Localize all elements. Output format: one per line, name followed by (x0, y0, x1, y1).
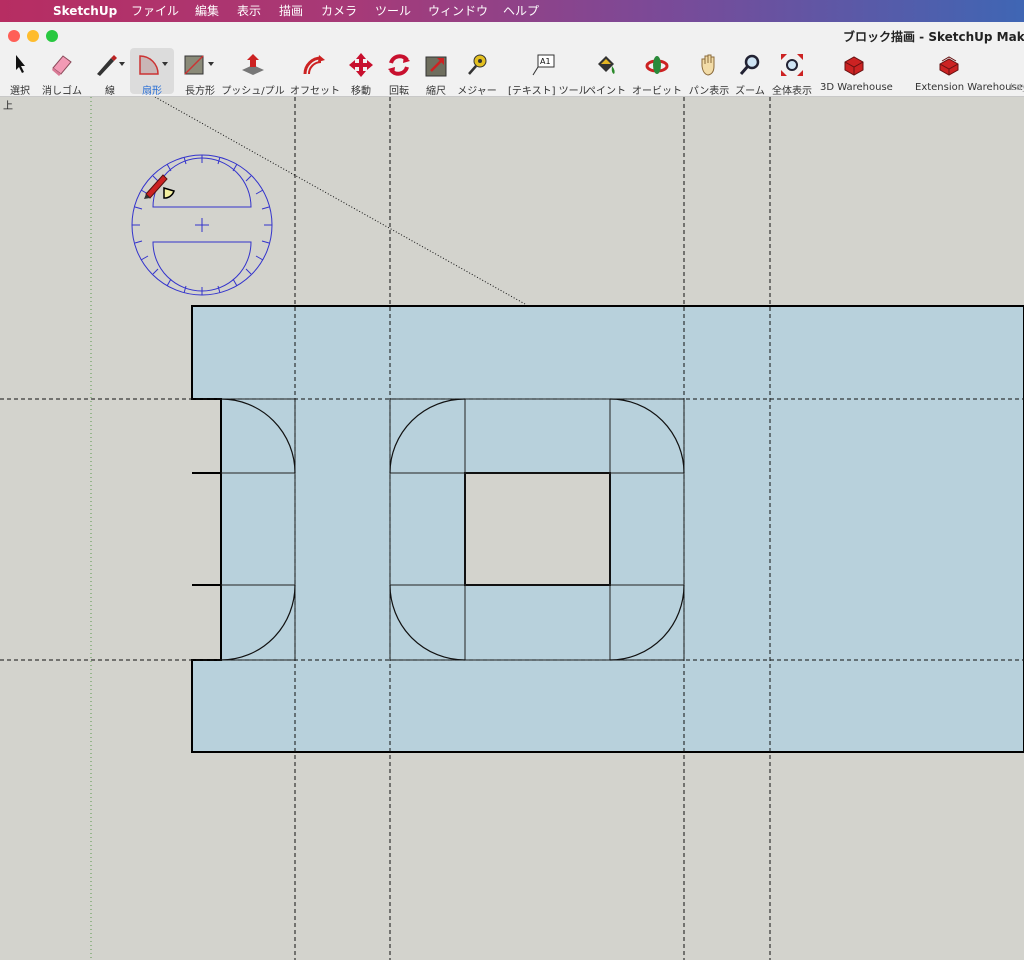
paint-bucket-icon (592, 52, 620, 78)
tool-extension-warehouse[interactable]: Extension Warehouse (915, 48, 1023, 96)
tool-tape-measure[interactable]: メジャー (457, 48, 497, 97)
tool-push-pull[interactable]: プッシュ/プル (221, 48, 285, 97)
warehouse-icon (840, 52, 868, 78)
tool-paint[interactable]: ペイント (586, 48, 626, 97)
view-label: 上 (3, 101, 13, 112)
tool-layout[interactable]: Lay (1010, 48, 1024, 96)
extension-warehouse-icon (935, 52, 963, 78)
tool-orbit[interactable]: オービット (632, 48, 682, 97)
select-arrow-icon (6, 52, 34, 78)
tape-measure-icon (462, 52, 492, 78)
tool-rectangle[interactable]: 長方形 (180, 48, 220, 97)
eraser-icon (44, 52, 80, 78)
drawing-canvas[interactable] (0, 97, 1024, 960)
menu-edit[interactable]: 編集 (195, 0, 219, 22)
menu-file[interactable]: ファイル (131, 0, 179, 22)
zoom-icon (736, 52, 764, 78)
pencil-icon (92, 52, 128, 78)
orbit-icon (643, 52, 671, 78)
tool-zoom-extents[interactable]: 全体表示 (772, 48, 812, 97)
menu-camera[interactable]: カメラ (321, 0, 357, 22)
menu-app[interactable]: SketchUp (53, 0, 117, 22)
tool-3d-warehouse[interactable]: 3D Warehouse (820, 48, 893, 96)
scale-icon (422, 52, 450, 78)
svg-text:A1: A1 (540, 57, 551, 66)
pan-hand-icon (695, 52, 723, 78)
offset-icon (300, 52, 330, 78)
inner-hole[interactable] (464, 472, 611, 586)
close-button[interactable] (8, 30, 20, 42)
rotate-icon (384, 52, 414, 78)
rectangle-icon (180, 52, 220, 78)
menu-window[interactable]: ウィンドウ (428, 0, 488, 22)
menu-tools[interactable]: ツール (375, 0, 411, 22)
minimize-button[interactable] (27, 30, 39, 42)
pie-arc-icon (130, 52, 174, 78)
move-icon (346, 52, 376, 78)
maximize-button[interactable] (46, 30, 58, 42)
window-title: ブロック描画 - SketchUp Mak (843, 30, 1024, 44)
text-tool-icon: A1 (528, 52, 558, 78)
tool-text[interactable]: A1 [テキスト] ツール (508, 48, 589, 97)
menu-help[interactable]: ヘルプ (503, 0, 539, 22)
main-toolbar: 選択 消しゴム 線 扇形 長方形 プッシュ/プル オフセット 移動 回転 縮尺 … (0, 48, 1024, 97)
menu-bar: SketchUp ファイル 編集 表示 描画 カメラ ツール ウィンドウ ヘルプ (0, 0, 1024, 22)
menu-view[interactable]: 表示 (237, 0, 261, 22)
zoom-extents-icon (778, 52, 806, 78)
menu-draw[interactable]: 描画 (279, 0, 303, 22)
push-pull-icon (238, 52, 268, 78)
